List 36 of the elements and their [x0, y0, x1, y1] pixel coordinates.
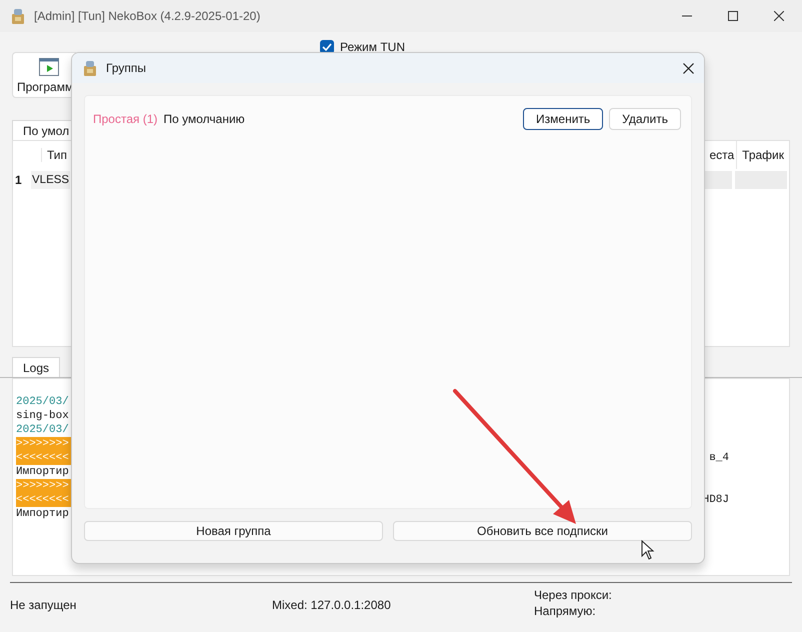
tun-label: Режим TUN: [340, 40, 405, 54]
column-header[interactable]: еста: [709, 141, 736, 169]
dialog-button[interactable]: Обновить все подписки: [393, 521, 692, 541]
mixed-port-text: Mixed: 127.0.0.1:2080: [272, 597, 392, 614]
window-title: [Admin] [Tun] NekoBox (4.2.9-2025-01-20): [34, 9, 262, 23]
direct-traffic-label: Напрямую:: [534, 604, 597, 618]
log-banner: <<<<<<<<: [16, 451, 72, 465]
log-banner: >>>>>>>>: [16, 437, 72, 451]
log-line: sing-box: [16, 409, 69, 423]
dialog-icon: [82, 59, 98, 77]
app-icon: [10, 7, 26, 25]
log-line: Импортир: [16, 465, 69, 479]
toolbar-button[interactable]: Программ: [12, 52, 76, 98]
log-tab[interactable]: Logs: [12, 357, 60, 377]
table-cell: VLESS: [31, 171, 70, 189]
status-text: Не запущен: [10, 597, 78, 614]
log-banner: <<<<<<<<: [16, 493, 72, 507]
column-header[interactable]: Трафик: [736, 141, 789, 169]
log-banner: >>>>>>>>: [16, 479, 72, 493]
dialog-title: Группы: [106, 61, 147, 75]
log-line: 2025/03/: [16, 395, 69, 409]
close-icon[interactable]: [774, 11, 784, 21]
log-line: 2025/03/: [16, 423, 69, 437]
play-window-icon: [39, 58, 59, 76]
group-type: Простая (1): [93, 112, 158, 126]
row-number: 1: [15, 173, 23, 187]
proxy-traffic-label: Через прокси:: [534, 588, 613, 602]
log-line: в_4: [709, 451, 729, 465]
cursor-icon: [641, 540, 655, 560]
group-action-button[interactable]: Изменить: [523, 108, 604, 130]
group-name: По умолчанию: [164, 112, 246, 126]
log-line: Импортир: [16, 507, 69, 521]
close-icon[interactable]: [683, 62, 694, 74]
dialog-button[interactable]: Новая группа: [84, 521, 383, 541]
maximize-icon[interactable]: [728, 11, 738, 21]
group-action-button[interactable]: Удалить: [609, 108, 681, 130]
